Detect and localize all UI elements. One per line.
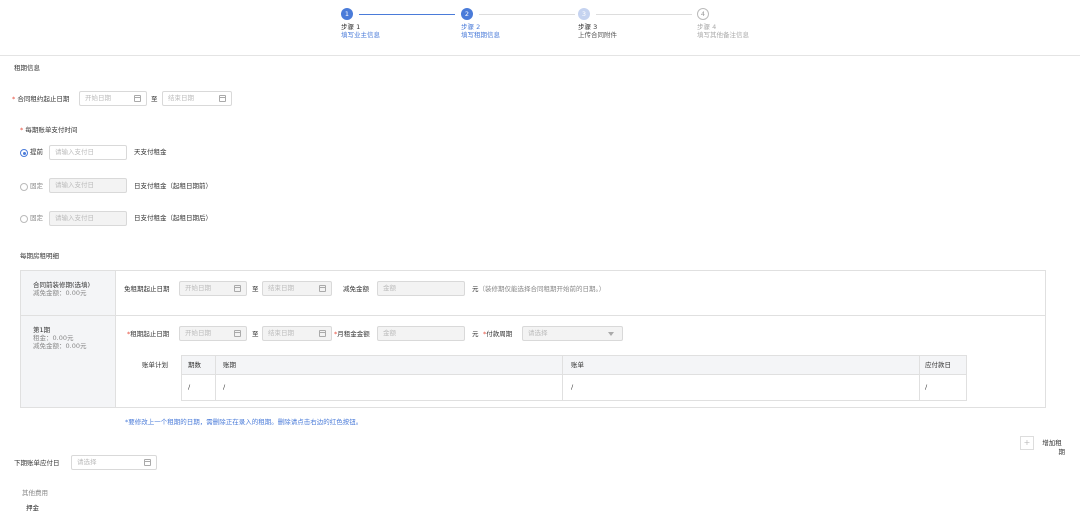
period-range-label: *租期起止日期 (127, 330, 170, 338)
payment-cycle-label: *付款周期 (483, 330, 513, 338)
bill-plan-label: 账单计划 (142, 361, 168, 369)
detail-title: 每期房租明细 (20, 252, 59, 260)
step-2-subtitle: 填写租期信息 (461, 31, 500, 39)
step-1-number: 1 (341, 8, 353, 20)
step-2-number: 2 (461, 8, 473, 20)
col-due-date: 应付款日 (925, 361, 951, 369)
pre-decoration-cell: 合同前装修期(选填) 减免金额：0.00元 (21, 271, 116, 315)
column-divider (919, 356, 920, 400)
advance-suffix: 天支付租金 (134, 148, 167, 156)
step-connector (479, 14, 575, 15)
reduction-amount-label: 减免金额 (343, 285, 369, 293)
monthly-rent-input[interactable]: 金额 (377, 326, 465, 341)
deposit-label: 押金 (26, 504, 39, 512)
period-1-cell: 第1期 租金：0.00元 减免金额：0.00元 (21, 316, 116, 407)
table-cell: / (188, 383, 191, 391)
to-label: 至 (151, 95, 158, 103)
free-start-date-input[interactable]: 开始日期 (179, 281, 247, 296)
to-label: 至 (252, 285, 259, 293)
step-3-title: 步骤 3 (578, 23, 598, 31)
period-start-date-input[interactable]: 开始日期 (179, 326, 247, 341)
rent-unit: 元 (472, 330, 479, 338)
col-bill: 账单 (571, 361, 584, 369)
radio-advance[interactable] (20, 149, 28, 157)
reduction-amount-input[interactable]: 金额 (377, 281, 465, 296)
add-period-label[interactable]: 增加租 期 (1039, 439, 1065, 457)
column-divider (215, 356, 216, 400)
calendar-icon (144, 459, 151, 466)
other-fees-title: 其他费用 (22, 489, 48, 497)
radio-fixed-before-label[interactable]: 固定 (30, 182, 43, 191)
step-2[interactable]: 2 步骤 2 填写租期信息 (461, 8, 581, 39)
free-end-date-input[interactable]: 结束日期 (262, 281, 332, 296)
contract-start-date-input[interactable]: 开始日期 (79, 91, 147, 106)
calendar-icon (234, 285, 241, 292)
period-end-date-input[interactable]: 结束日期 (262, 326, 332, 341)
step-4-title: 步骤 4 (697, 23, 717, 31)
payment-cycle-select[interactable]: 请选择 (522, 326, 623, 341)
pre-decoration-reduction: 减免金额：0.00元 (33, 289, 87, 297)
calendar-icon (234, 330, 241, 337)
table-cell: / (571, 383, 574, 391)
to-label: 至 (252, 330, 259, 338)
step-connector (596, 14, 692, 15)
radio-fixed-after[interactable] (20, 215, 28, 223)
edit-hint: *要修改上一个租期的日期，需删除正在录入的租期。删除请点击右边的红色按钮。 (125, 418, 363, 426)
step-1[interactable]: 1 步骤 1 填写业主信息 (341, 8, 461, 39)
step-4-number: 4 (697, 8, 709, 20)
step-1-title: 步骤 1 (341, 23, 361, 31)
pre-note: 元（装修期仅能选择合同租期开始前的日期。） (472, 285, 606, 293)
bill-plan-table: 期数 账期 账单 应付款日 / / / / (181, 355, 967, 401)
table-cell: / (223, 383, 226, 391)
step-2-title: 步骤 2 (461, 23, 481, 31)
next-due-label: 下期账单应付日 (14, 459, 60, 467)
step-connector (359, 14, 455, 15)
column-divider (562, 356, 563, 400)
table-cell: / (925, 383, 928, 391)
radio-fixed-before[interactable] (20, 183, 28, 191)
step-1-subtitle: 填写业主信息 (341, 31, 380, 39)
section-title-lease: 租期信息 (14, 64, 40, 72)
fixed-after-day-input[interactable]: 请输入支付日 (49, 211, 127, 226)
payment-time-label: * 每期账单支付时间 (20, 126, 78, 134)
plus-icon: + (1023, 438, 1031, 447)
calendar-icon (134, 95, 141, 102)
fixed-before-day-input[interactable]: 请输入支付日 (49, 178, 127, 193)
monthly-rent-label: *月租金金额 (334, 330, 370, 338)
calendar-icon (319, 330, 326, 337)
add-period-button[interactable]: + (1020, 436, 1034, 450)
period-1-reduction: 减免金额：0.00元 (33, 342, 87, 350)
contract-period-label: * 合同租约起止日期 (12, 95, 70, 103)
calendar-icon (219, 95, 226, 102)
step-3-subtitle: 上传合同附件 (578, 31, 617, 39)
period-1-rent: 租金：0.00元 (33, 334, 74, 342)
free-period-label: 免租期起止日期 (124, 285, 170, 293)
contract-end-date-input[interactable]: 结束日期 (162, 91, 232, 106)
col-billing-period: 账期 (223, 361, 236, 369)
step-3-number: 3 (578, 8, 590, 20)
step-4-subtitle: 填写其他备注信息 (697, 31, 749, 39)
step-3[interactable]: 3 步骤 3 上传合同附件 (578, 8, 698, 39)
fixed-before-suffix: 日支付租金（起租日期前） (134, 182, 212, 190)
advance-days-input[interactable]: 请输入支付日 (49, 145, 127, 160)
period-1-name: 第1期 (33, 326, 51, 334)
col-period-number: 期数 (188, 361, 201, 369)
steps-bar: 1 步骤 1 填写业主信息 2 步骤 2 填写租期信息 3 步骤 3 上传合同附… (0, 0, 1080, 56)
fixed-after-suffix: 日支付租金（起租日期后） (134, 214, 212, 222)
step-4[interactable]: 4 步骤 4 填写其他备注信息 (697, 8, 817, 39)
radio-fixed-after-label[interactable]: 固定 (30, 214, 43, 223)
chevron-down-icon (608, 332, 614, 336)
pre-decoration-name: 合同前装修期(选填) (33, 281, 91, 289)
next-due-date-input[interactable]: 请选择 (71, 455, 157, 470)
radio-advance-label[interactable]: 提前 (30, 148, 43, 157)
calendar-icon (319, 285, 326, 292)
